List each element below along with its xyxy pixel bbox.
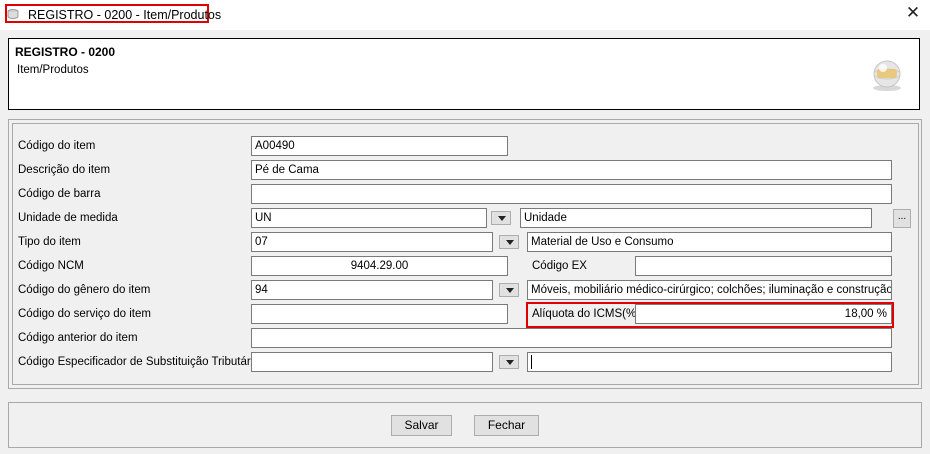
- tipo-item-dropdown-button[interactable]: [499, 235, 519, 249]
- codigo-especificador-label: Código Especificador de Substituição Tri…: [18, 356, 260, 368]
- globe-logo-icon: [867, 54, 907, 94]
- save-button[interactable]: Salvar: [391, 415, 452, 436]
- codigo-servico-input[interactable]: [251, 304, 508, 324]
- codigo-especificador-code-input[interactable]: [251, 352, 493, 372]
- unidade-medida-dropdown-button[interactable]: [491, 211, 511, 225]
- codigo-servico-label: Código do serviço do item: [18, 308, 151, 320]
- codigo-ex-label: Código EX: [532, 260, 587, 272]
- codigo-especificador-dropdown-button[interactable]: [499, 355, 519, 369]
- unidade-medida-description-input: Unidade: [520, 208, 872, 228]
- codigo-ex-input[interactable]: [635, 256, 892, 276]
- codigo-anterior-label: Código anterior do item: [18, 332, 138, 344]
- codigo-genero-label: Código do gênero do item: [18, 284, 151, 296]
- header-title: REGISTRO - 0200: [15, 45, 116, 59]
- unidade-medida-code-input[interactable]: UN: [251, 208, 487, 228]
- codigo-item-label: Código do item: [18, 140, 96, 152]
- codigo-ncm-label: Código NCM: [18, 260, 84, 272]
- tipo-item-label: Tipo do item: [18, 236, 81, 248]
- header-panel: REGISTRO - 0200 Item/Produtos: [8, 38, 920, 110]
- codigo-especificador-description-input[interactable]: [527, 352, 892, 372]
- codigo-anterior-input[interactable]: [251, 328, 892, 348]
- descricao-item-input[interactable]: Pé de Cama: [251, 160, 892, 180]
- codigo-genero-description-input: Móveis, mobiliário médico-cirúrgico; col…: [527, 280, 892, 300]
- codigo-genero-dropdown-button[interactable]: [499, 283, 519, 297]
- aliquota-icms-input[interactable]: 18,00 %: [635, 304, 892, 324]
- unidade-medida-label: Unidade de medida: [18, 212, 118, 224]
- codigo-item-input[interactable]: A00490: [251, 136, 508, 156]
- close-icon: ✕: [905, 3, 921, 22]
- unidade-medida-browse-button[interactable]: ...: [893, 209, 911, 228]
- aliquota-icms-label: Alíquota do ICMS(%): [532, 308, 641, 320]
- tipo-item-code-input[interactable]: 07: [251, 232, 493, 252]
- descricao-item-label: Descrição do item: [18, 164, 111, 176]
- codigo-barra-label: Código de barra: [18, 188, 101, 200]
- tipo-item-description-input: Material de Uso e Consumo: [527, 232, 892, 252]
- codigo-genero-code-input[interactable]: 94: [251, 280, 493, 300]
- codigo-barra-input[interactable]: [251, 184, 892, 204]
- button-bar: [8, 402, 922, 448]
- window-title: REGISTRO - 0200 - Item/Produtos: [28, 8, 222, 22]
- codigo-ncm-input[interactable]: 9404.29.00: [251, 256, 508, 276]
- database-icon: [7, 8, 19, 19]
- close-button[interactable]: Fechar: [474, 415, 539, 436]
- window-close-button[interactable]: ✕: [900, 4, 926, 24]
- window-title-highlight: REGISTRO - 0200 - Item/Produtos: [5, 4, 221, 23]
- text-cursor: [531, 355, 532, 369]
- header-subtitle: Item/Produtos: [17, 64, 89, 76]
